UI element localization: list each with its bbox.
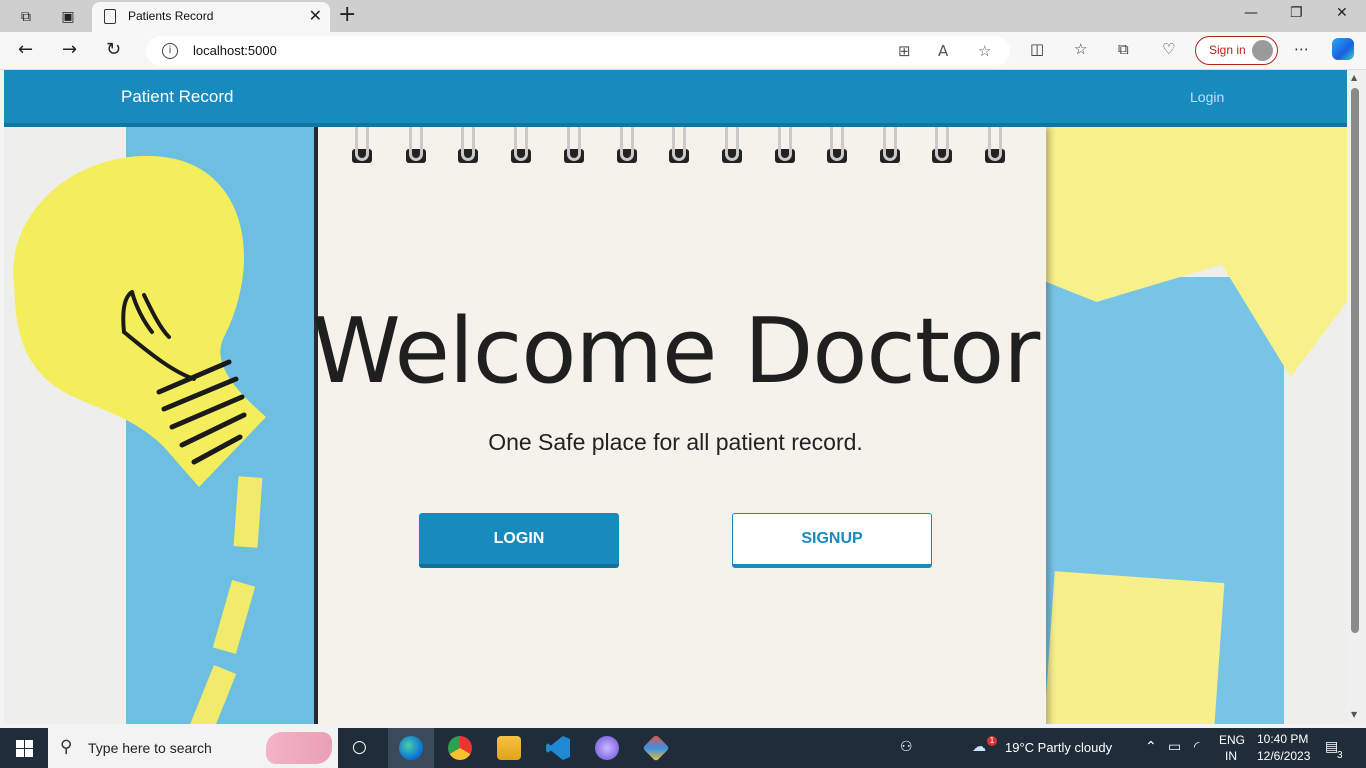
search-highlight-icon [266,732,332,764]
favorites-icon[interactable]: ☆ [1074,40,1087,58]
spiral-ring [672,127,686,161]
wifi-icon[interactable]: ◜ [1194,739,1199,755]
language-bottom[interactable]: IN [1225,749,1237,763]
page-viewport: Patient Record Login Welcome Doctor One … [4,70,1347,724]
spiral-ring [567,127,581,161]
login-button[interactable]: LOGIN [419,513,619,568]
scroll-down-icon[interactable]: ▼ [1351,710,1357,719]
spiral-ring [778,127,792,161]
start-icon[interactable] [16,740,33,757]
site-navbar: Patient Record Login [4,70,1347,127]
tab-title: Patients Record [128,9,214,23]
copilot-icon[interactable] [1332,38,1354,60]
scrollbar-thumb[interactable] [1351,88,1359,633]
minimize-icon[interactable]: — [1244,5,1258,21]
search-placeholder: Type here to search [88,740,212,756]
refresh-icon[interactable]: ↻ [106,39,121,60]
new-tab-icon[interactable]: + [338,2,356,27]
weather-icon[interactable]: ☁ [972,739,986,755]
app-available-icon[interactable]: ⊞ [898,42,911,60]
edge-icon[interactable] [399,736,423,760]
back-icon[interactable]: ← [18,39,33,60]
search-icon: ⚲ [60,737,73,757]
url-text: localhost:5000 [193,43,277,58]
collections-icon[interactable]: ⧉ [1118,40,1129,58]
hero-title: Welcome Doctor [311,299,1041,404]
more-options-icon[interactable]: ⋯ [1294,40,1309,58]
spiral-ring [409,127,423,161]
people-icon[interactable]: ⚇ [900,739,913,755]
forward-icon[interactable]: → [62,39,77,60]
weather-badge: 1 [987,736,997,746]
favorite-star-icon[interactable]: ☆ [978,42,991,60]
navbar-brand[interactable]: Patient Record [121,87,233,107]
sign-in-label: Sign in [1209,43,1246,57]
spiral-ring [830,127,844,161]
notification-count: 3 [1337,750,1343,761]
chrome-icon[interactable] [448,736,472,760]
windows-taskbar: ⚲ Type here to search ○ ⚇ ☁ 1 19°C Partl… [0,728,1366,768]
spiral-ring [935,127,949,161]
hero-subtitle: One Safe place for all patient record. [488,429,863,455]
weather-text[interactable]: 19°C Partly cloudy [1005,740,1112,755]
chevron-up-icon[interactable]: ⌃ [1145,739,1157,755]
browser-tab[interactable]: Patients Record ✕ [92,2,330,32]
page-icon [104,9,116,24]
close-window-icon[interactable]: ✕ [1336,5,1348,21]
scroll-up-icon[interactable]: ▲ [1351,73,1357,82]
taskbar-search[interactable]: ⚲ Type here to search [48,728,338,768]
spiral-ring [883,127,897,161]
close-tab-icon[interactable]: ✕ [309,6,322,26]
battery-icon[interactable]: ▭ [1168,739,1181,755]
url-field[interactable]: i localhost:5000 ⊞ A ☆ [146,36,1010,66]
workspaces-icon[interactable]: ⧉ [15,6,37,26]
decorative-strip [233,476,263,548]
avatar [1252,40,1273,61]
clock-date[interactable]: 12/6/2023 [1257,749,1310,763]
signup-button[interactable]: SIGNUP [732,513,932,568]
browser-tab-bar: ⧉ ▣ Patients Record ✕ + — ❐ ✕ [0,0,1366,32]
spiral-ring [514,127,528,161]
spiral-ring [725,127,739,161]
spiral-ring [988,127,1002,161]
address-bar-row: ← → ↻ i localhost:5000 ⊞ A ☆ ◫ ☆ ⧉ ♡ Sig… [0,32,1366,70]
restore-icon[interactable]: ❐ [1290,5,1303,21]
navbar-login-link[interactable]: Login [1190,89,1224,105]
git-icon[interactable] [642,734,670,762]
tab-actions-icon[interactable]: ▣ [57,6,79,26]
hero-section: Welcome Doctor One Safe place for all pa… [4,127,1347,724]
edge-dev-icon[interactable] [595,736,619,760]
browser-essentials-icon[interactable]: ♡ [1162,40,1175,58]
spiral-ring [355,127,369,161]
notepad-background [318,127,1046,724]
sign-in-button[interactable]: Sign in [1195,36,1278,65]
background-yellow-note [1043,571,1225,724]
read-aloud-icon[interactable]: A [938,42,948,60]
clock-time[interactable]: 10:40 PM [1257,732,1308,746]
spiral-ring [620,127,634,161]
site-info-icon[interactable]: i [162,43,178,59]
page-scrollbar[interactable]: ▲ ▼ [1347,70,1366,724]
language-top[interactable]: ENG [1219,733,1245,747]
file-explorer-icon[interactable] [497,736,521,760]
task-view-icon[interactable]: ○ [352,737,367,757]
spiral-ring [461,127,475,161]
split-screen-icon[interactable]: ◫ [1030,40,1044,58]
vscode-icon[interactable] [546,736,570,760]
